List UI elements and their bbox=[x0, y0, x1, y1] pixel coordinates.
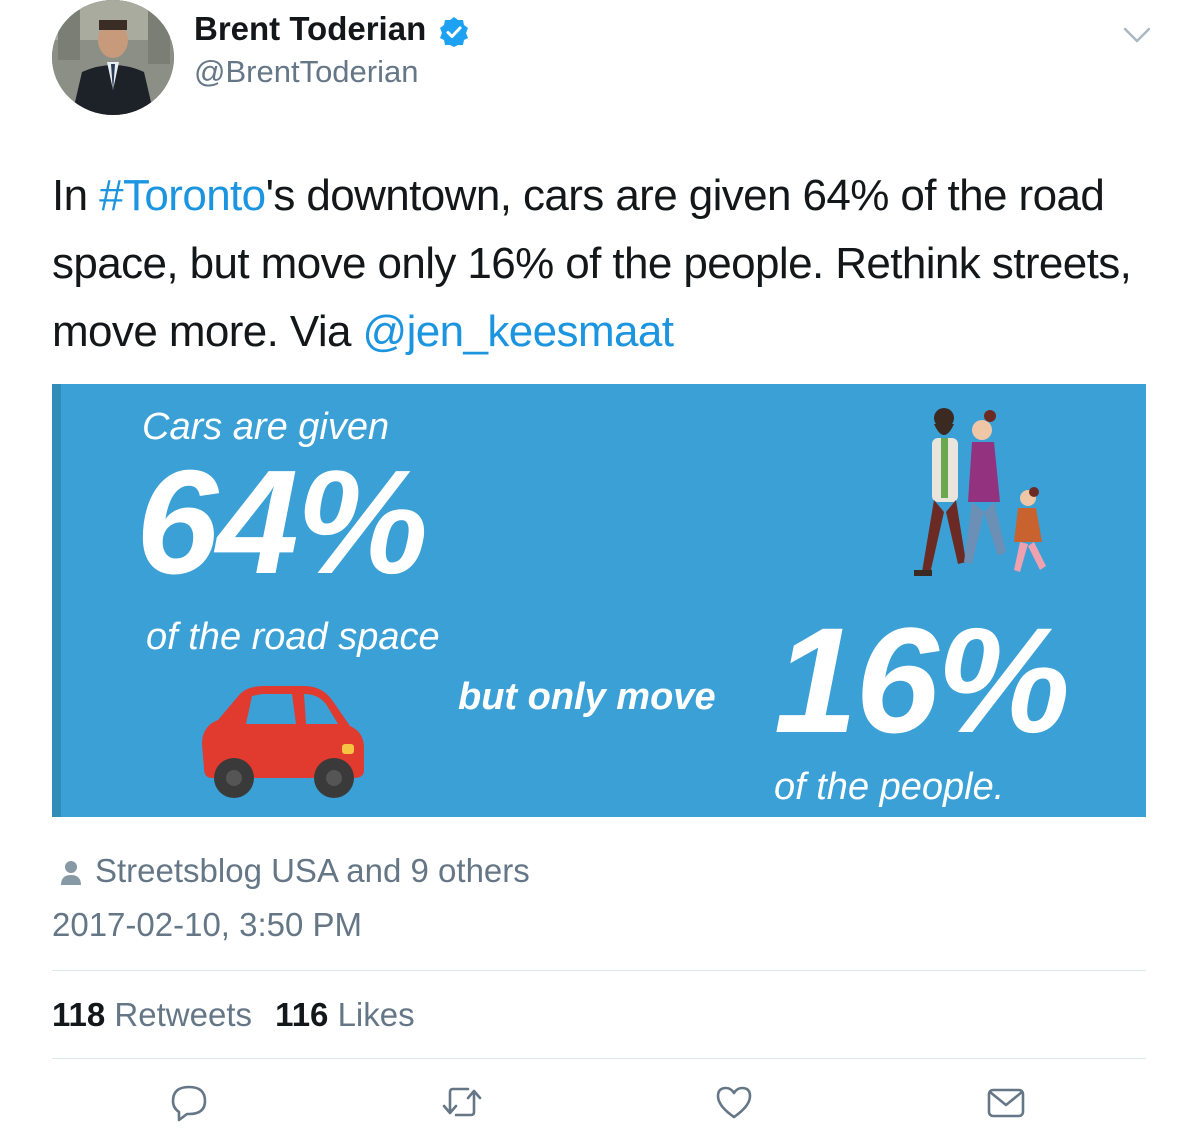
avatar[interactable] bbox=[52, 0, 174, 115]
family-icon bbox=[914, 408, 1046, 576]
infographic-image[interactable]: Cars are given 64% of the road space but… bbox=[52, 384, 1146, 817]
person-icon bbox=[61, 861, 81, 885]
likes-count: 116 bbox=[275, 996, 329, 1033]
car-icon bbox=[202, 686, 364, 798]
people-share-value: 16% bbox=[774, 596, 1070, 764]
image-edge-stripe bbox=[52, 384, 61, 817]
share-icon[interactable] bbox=[986, 1082, 1026, 1122]
mention-link[interactable]: @jen_keesmaat bbox=[363, 307, 674, 356]
retweet-icon[interactable] bbox=[442, 1082, 482, 1122]
retweets-count: 118 bbox=[52, 996, 106, 1033]
divider bbox=[52, 1058, 1146, 1059]
social-context[interactable]: Streetsblog USA and 9 others bbox=[95, 852, 530, 890]
retweets-stat[interactable]: 118 Retweets bbox=[52, 996, 252, 1033]
tweet-text-part: In bbox=[52, 171, 100, 220]
divider bbox=[52, 970, 1146, 971]
verified-badge-icon bbox=[440, 17, 468, 47]
author-name[interactable]: Brent Toderian bbox=[194, 10, 426, 48]
road-share-value: 64% bbox=[136, 440, 428, 605]
tweet-timestamp: 2017-02-10, 3:50 PM bbox=[52, 906, 363, 943]
chevron-down-icon[interactable] bbox=[1122, 26, 1152, 44]
likes-label: Likes bbox=[337, 996, 415, 1033]
engagement-stats: 118 Retweets 116 Likes bbox=[52, 996, 429, 1034]
retweets-label: Retweets bbox=[114, 996, 252, 1033]
tweet-text: In #Toronto's downtown, cars are given 6… bbox=[52, 162, 1162, 366]
road-space-label: of the road space bbox=[146, 616, 440, 658]
like-icon[interactable] bbox=[714, 1082, 754, 1122]
people-label: of the people. bbox=[774, 766, 1005, 808]
author-handle[interactable]: @BrentToderian bbox=[194, 54, 418, 90]
only-move-label: but only move bbox=[458, 676, 716, 718]
likes-stat[interactable]: 116 Likes bbox=[275, 996, 414, 1033]
hashtag-link[interactable]: #Toronto bbox=[99, 171, 266, 220]
reply-icon[interactable] bbox=[169, 1082, 209, 1122]
